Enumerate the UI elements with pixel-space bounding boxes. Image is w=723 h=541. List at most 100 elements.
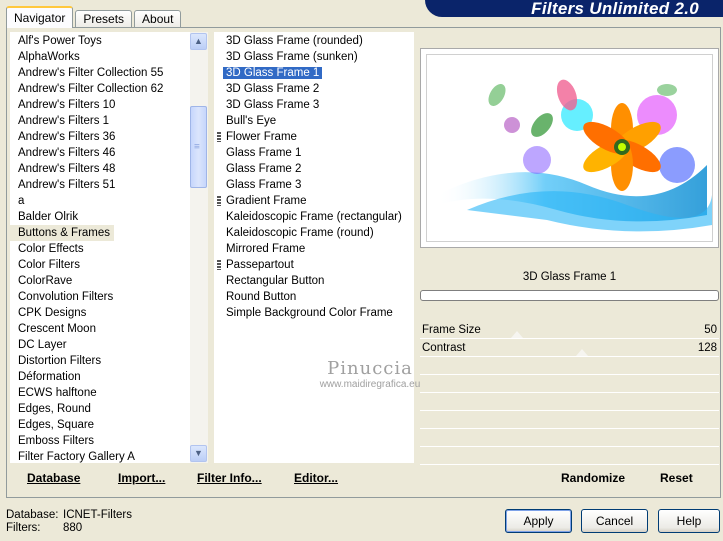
filter-item[interactable]: Mirrored Frame xyxy=(214,241,414,257)
parameter-slider-track[interactable] xyxy=(475,321,689,338)
filter-item[interactable]: 3D Glass Frame (rounded) xyxy=(214,33,414,49)
filter-item[interactable]: Simple Background Color Frame xyxy=(214,305,414,321)
chevron-up-icon: ▲ xyxy=(194,36,203,46)
parameter-sliders: Frame Size 50 Contrast 128 xyxy=(420,321,719,465)
category-list[interactable]: Alf's Power Toys AlphaWorks Andrew's Filte… xyxy=(10,32,190,463)
category-item[interactable]: a xyxy=(10,193,190,209)
category-item[interactable]: Andrew's Filter Collection 62 xyxy=(10,81,190,97)
category-item[interactable]: Andrew's Filters 51 xyxy=(10,177,190,193)
filter-label: Rectangular Button xyxy=(226,275,325,287)
filter-item[interactable]: Gradient Frame xyxy=(214,193,414,209)
category-item[interactable]: Filter Factory Gallery A xyxy=(10,449,190,463)
left-action-bar: Database Import... Filter Info... Editor… xyxy=(10,464,414,492)
filter-item[interactable]: Glass Frame 2 xyxy=(214,161,414,177)
filter-item[interactable]: Kaleidoscopic Frame (round) xyxy=(214,225,414,241)
filter-item[interactable]: 3D Glass Frame 1 xyxy=(214,65,414,81)
filter-item[interactable]: Glass Frame 1 xyxy=(214,145,414,161)
category-item[interactable]: Andrew's Filters 48 xyxy=(10,161,190,177)
reset-button[interactable]: Reset xyxy=(660,471,693,485)
filter-item[interactable]: Flower Frame xyxy=(214,129,414,145)
group-icon xyxy=(217,260,221,270)
preview-box xyxy=(420,48,719,248)
filter-list[interactable]: 3D Glass Frame (rounded) 3D Glass Frame (… xyxy=(214,32,414,463)
category-item[interactable]: Andrew's Filters 1 xyxy=(10,113,190,129)
parameter-row-empty xyxy=(420,393,719,411)
filter-item[interactable]: 3D Glass Frame 3 xyxy=(214,97,414,113)
parameter-row-empty xyxy=(420,429,719,447)
category-item[interactable]: Color Filters xyxy=(10,257,190,273)
category-scrollbar[interactable]: ▲ ▼ xyxy=(190,32,208,463)
category-item[interactable]: ECWS halftone xyxy=(10,385,190,401)
cancel-button[interactable]: Cancel xyxy=(581,509,648,533)
right-action-bar: Randomize Reset xyxy=(420,464,719,492)
tab-navigator[interactable]: Navigator xyxy=(6,6,74,28)
category-item[interactable]: Emboss Filters xyxy=(10,433,190,449)
help-button[interactable]: Help xyxy=(658,509,720,533)
editor-button[interactable]: Editor... xyxy=(294,471,338,485)
filter-label: 3D Glass Frame 2 xyxy=(226,83,320,95)
parameter-row-empty xyxy=(420,447,719,465)
filter-label: Glass Frame 1 xyxy=(226,147,302,159)
filter-label: 3D Glass Frame 3 xyxy=(226,99,320,111)
filter-label: Mirrored Frame xyxy=(226,243,306,255)
filter-label: Flower Frame xyxy=(226,131,297,143)
category-item[interactable]: DC Layer xyxy=(10,337,190,353)
database-label: Database: xyxy=(6,509,59,521)
parameter-value: 128 xyxy=(697,342,717,354)
status-info: Database: ICNET-Filters Filters: 880 xyxy=(6,509,132,535)
preview-image xyxy=(427,55,712,241)
category-item[interactable]: Alf's Power Toys xyxy=(10,33,190,49)
filter-item[interactable]: Rectangular Button xyxy=(214,273,414,289)
category-item[interactable]: Distortion Filters xyxy=(10,353,190,369)
category-item[interactable]: Color Effects xyxy=(10,241,190,257)
parameter-label: Contrast xyxy=(422,342,466,354)
filter-item[interactable]: Bull's Eye xyxy=(214,113,414,129)
category-item[interactable]: Andrew's Filters 36 xyxy=(10,129,190,145)
category-item[interactable]: Convolution Filters xyxy=(10,289,190,305)
flower-artwork xyxy=(427,55,712,241)
filter-item[interactable]: 3D Glass Frame (sunken) xyxy=(214,49,414,65)
filter-label: Kaleidoscopic Frame (rectangular) xyxy=(226,211,402,223)
filter-item[interactable]: 3D Glass Frame 2 xyxy=(214,81,414,97)
filter-label: Round Button xyxy=(226,291,297,303)
category-item[interactable]: Buttons & Frames xyxy=(10,225,115,241)
filter-label: Passepartout xyxy=(226,259,294,271)
category-item[interactable]: Déformation xyxy=(10,369,190,385)
category-item[interactable]: Andrew's Filters 10 xyxy=(10,97,190,113)
database-button[interactable]: Database xyxy=(27,471,80,485)
filters-count-label: Filters: xyxy=(6,522,41,534)
parameter-row-empty xyxy=(420,375,719,393)
filter-item[interactable]: Round Button xyxy=(214,289,414,305)
category-item[interactable]: AlphaWorks xyxy=(10,49,190,65)
category-item[interactable]: CPK Designs xyxy=(10,305,190,321)
category-item[interactable]: Edges, Square xyxy=(10,417,190,433)
tab-about[interactable]: About xyxy=(134,10,182,28)
scroll-up-button[interactable]: ▲ xyxy=(190,33,207,50)
tab-presets[interactable]: Presets xyxy=(75,10,133,28)
chevron-down-icon: ▼ xyxy=(194,448,203,458)
category-item[interactable]: Edges, Round xyxy=(10,401,190,417)
slider-thumb[interactable] xyxy=(510,331,523,338)
slider-thumb[interactable] xyxy=(576,349,589,356)
database-value: ICNET-Filters xyxy=(63,509,132,521)
randomize-button[interactable]: Randomize xyxy=(561,471,625,485)
scroll-thumb[interactable] xyxy=(190,106,207,188)
parameter-row-empty xyxy=(420,357,719,375)
category-item[interactable]: Andrew's Filters 46 xyxy=(10,145,190,161)
category-item[interactable]: ColorRave xyxy=(10,273,190,289)
parameter-row[interactable]: Contrast 128 xyxy=(420,339,719,357)
apply-button[interactable]: Apply xyxy=(505,509,572,533)
filter-info-button[interactable]: Filter Info... xyxy=(197,471,262,485)
tab-bar: Navigator Presets About xyxy=(6,6,183,28)
category-item[interactable]: Andrew's Filter Collection 55 xyxy=(10,65,190,81)
filter-label: Simple Background Color Frame xyxy=(226,307,393,319)
import-button[interactable]: Import... xyxy=(118,471,165,485)
category-item[interactable]: Balder Olrik xyxy=(10,209,190,225)
parameter-slider-track[interactable] xyxy=(475,339,689,356)
filter-item[interactable]: Passepartout xyxy=(214,257,414,273)
parameter-row[interactable]: Frame Size 50 xyxy=(420,321,719,339)
filter-item[interactable]: Glass Frame 3 xyxy=(214,177,414,193)
filter-item[interactable]: Kaleidoscopic Frame (rectangular) xyxy=(214,209,414,225)
scroll-down-button[interactable]: ▼ xyxy=(190,445,207,462)
category-item[interactable]: Crescent Moon xyxy=(10,321,190,337)
